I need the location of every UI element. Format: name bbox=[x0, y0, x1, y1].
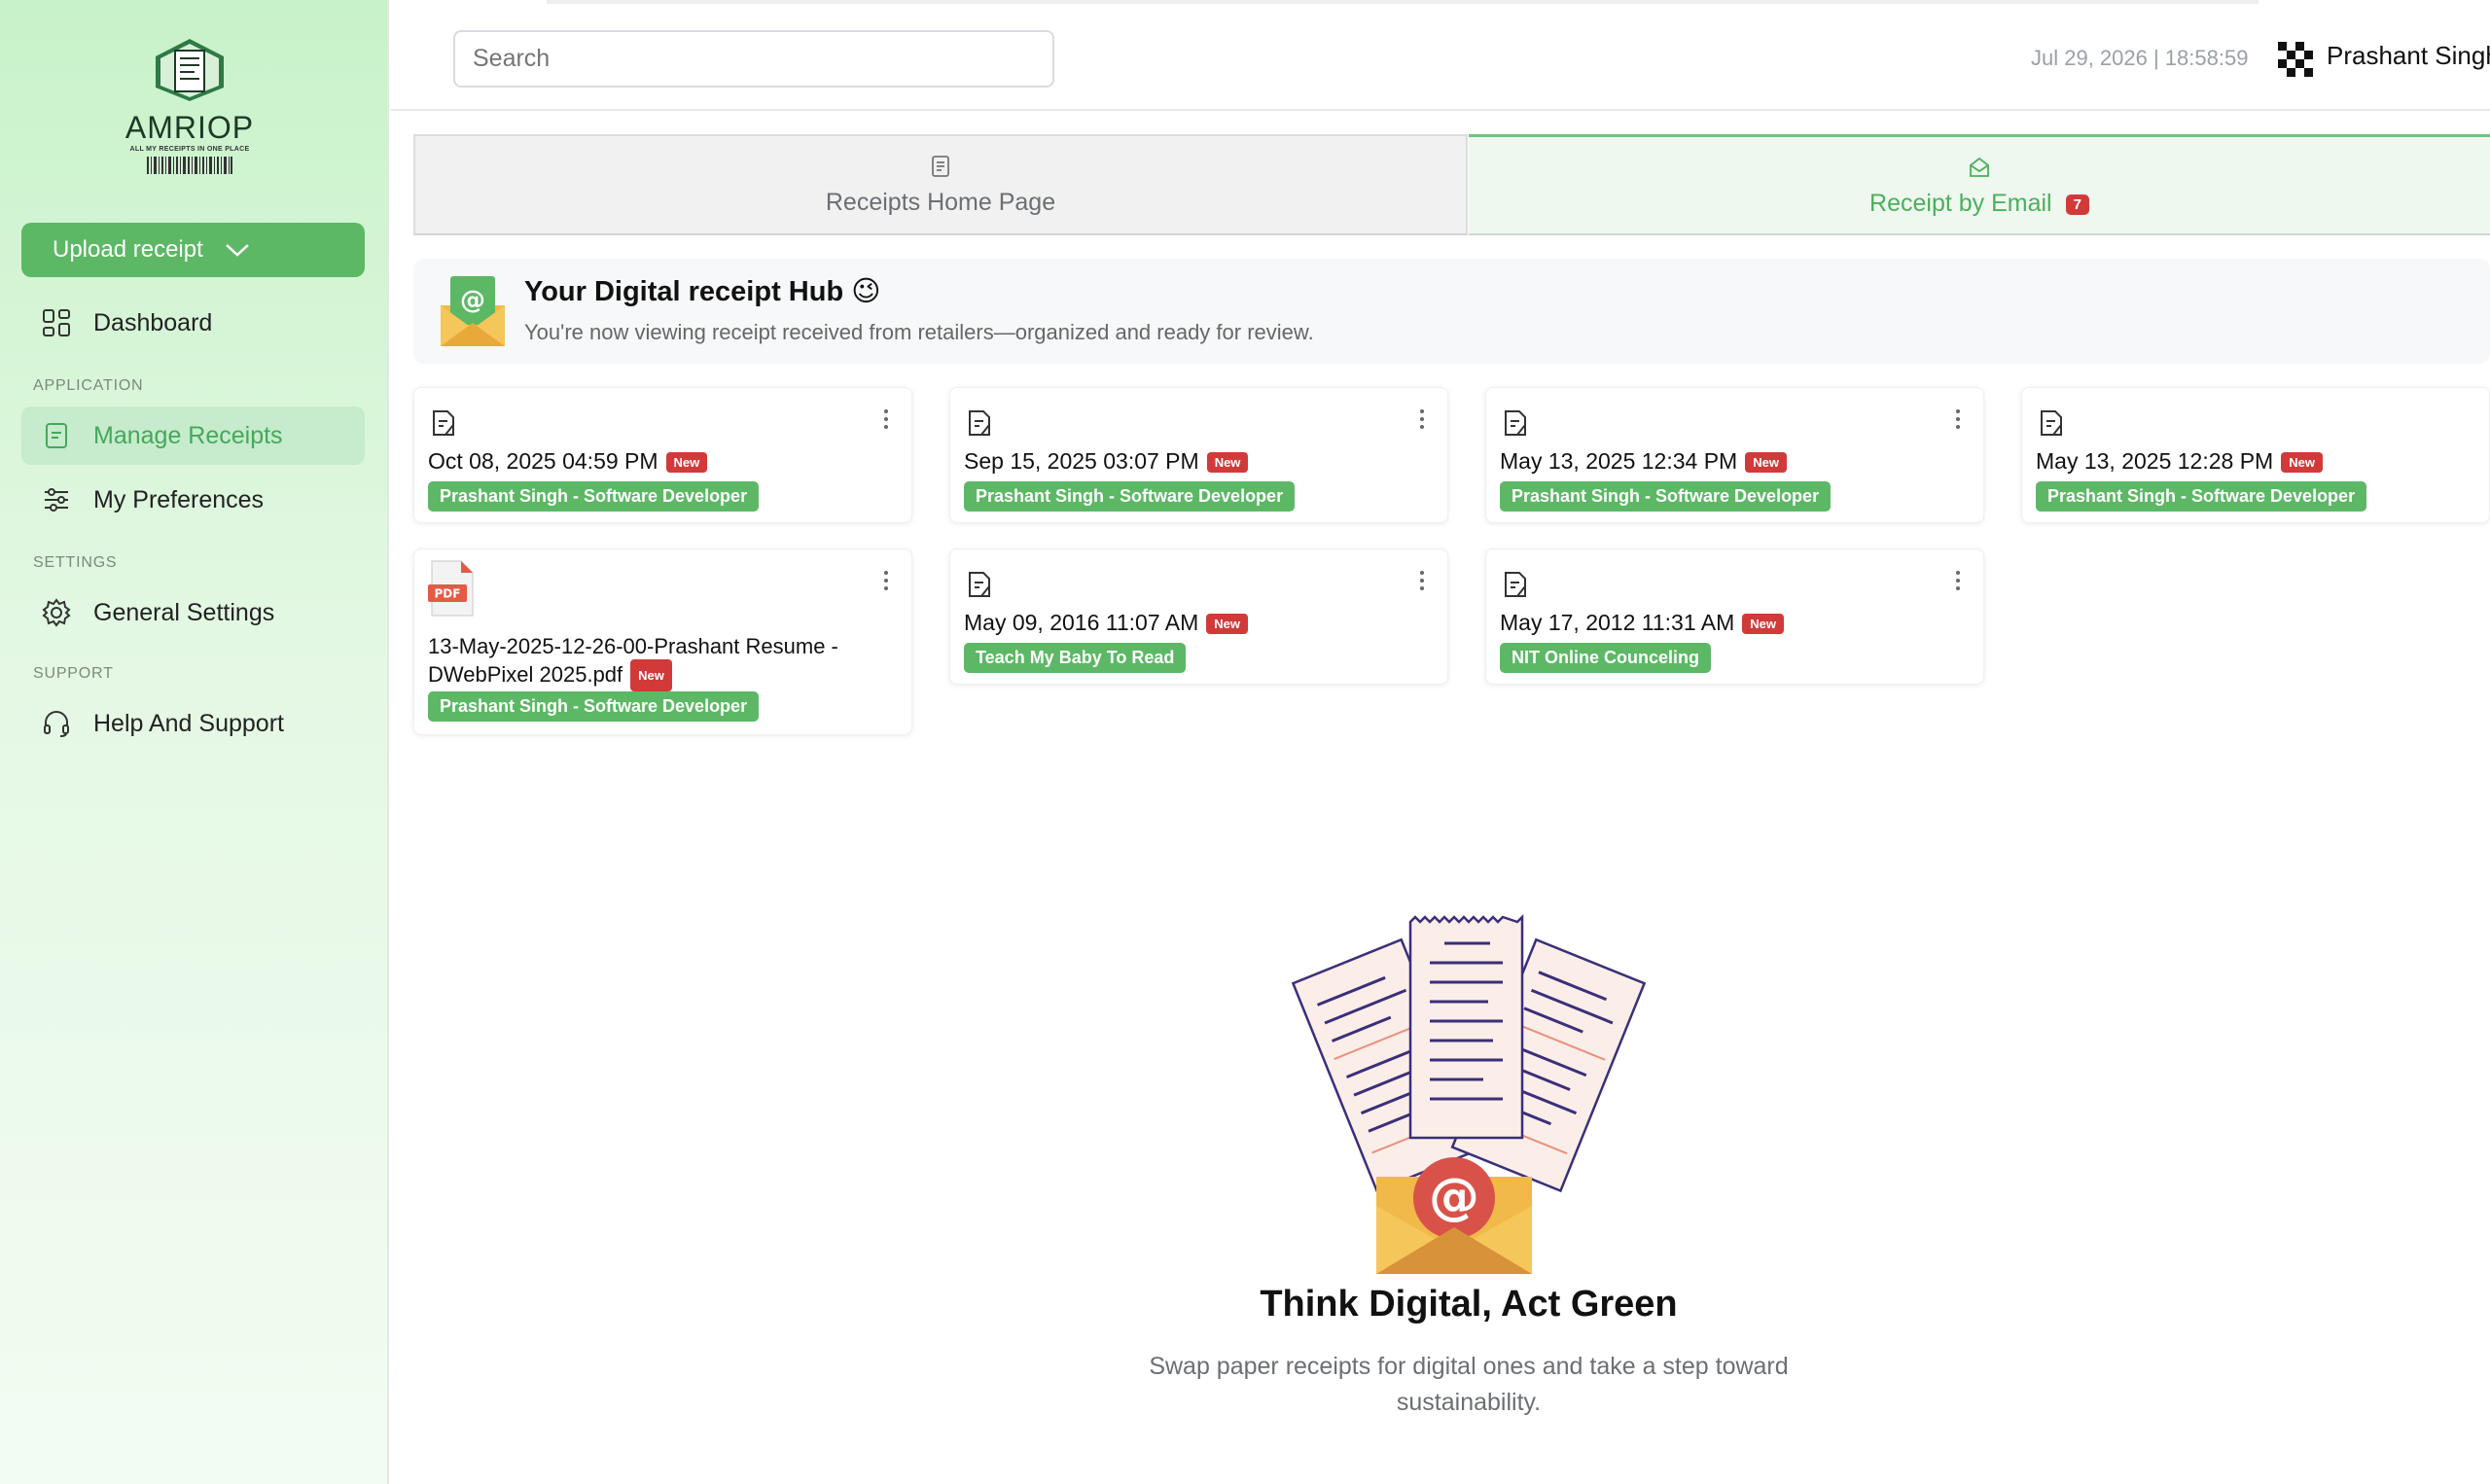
kebab-icon[interactable] bbox=[1418, 407, 1426, 431]
section-label-application: APPLICATION bbox=[33, 377, 144, 394]
top-scroll-strip bbox=[547, 0, 2259, 4]
digital-hub-banner: @ Your Digital receipt Hub 😉 You're now … bbox=[413, 259, 2490, 364]
receipt-date-text: Sep 15, 2025 03:07 PM bbox=[964, 448, 1199, 474]
sidebar-item-general-settings[interactable]: General Settings bbox=[21, 583, 365, 642]
new-badge: New bbox=[1206, 614, 1248, 634]
section-label-settings: SETTINGS bbox=[33, 554, 118, 571]
sidebar: AMRIOP ALL MY RECEIPTS IN ONE PLACE Uplo… bbox=[0, 0, 389, 1484]
receipt-card[interactable]: May 13, 2025 12:34 PM New Prashant Singh … bbox=[1485, 387, 1984, 523]
receipt-card[interactable]: May 09, 2016 11:07 AM New Teach My Baby T… bbox=[949, 548, 1448, 685]
app-root: AMRIOP ALL MY RECEIPTS IN ONE PLACE Uplo… bbox=[0, 0, 2490, 1484]
sidebar-item-dashboard[interactable]: Dashboard bbox=[21, 294, 365, 352]
receipt-date-text: Oct 08, 2025 04:59 PM bbox=[428, 448, 658, 474]
barcode-icon bbox=[147, 157, 232, 174]
user-name[interactable]: Prashant Singh bbox=[2327, 41, 2490, 71]
app-logo[interactable]: AMRIOP ALL MY RECEIPTS IN ONE PLACE bbox=[117, 37, 263, 179]
svg-text:@: @ bbox=[1429, 1168, 1479, 1226]
new-badge: New bbox=[1745, 452, 1787, 473]
pdf-label: PDF bbox=[435, 587, 461, 601]
kebab-icon[interactable] bbox=[882, 407, 890, 431]
receipt-tag: Prashant Singh - Software Developer bbox=[428, 691, 760, 722]
document-icon bbox=[969, 572, 990, 597]
kebab-icon[interactable] bbox=[882, 569, 890, 592]
tab-receipt-by-email[interactable]: Receipt by Email 7 bbox=[1469, 134, 2490, 235]
tab-label: Receipts Home Page bbox=[825, 189, 1056, 216]
current-datetime: Jul 29, 2026 | 18:58:59 bbox=[2031, 46, 2249, 70]
receipt-date: Oct 08, 2025 04:59 PM New bbox=[428, 448, 708, 475]
footer-title: Think Digital, Act Green bbox=[1260, 1284, 1678, 1325]
upload-receipt-button[interactable]: Upload receipt bbox=[21, 223, 365, 277]
hub-description: You're now viewing receipt received from… bbox=[524, 320, 1314, 344]
grid-icon bbox=[43, 309, 70, 336]
receipt-card[interactable]: Sep 15, 2025 03:07 PM New Prashant Singh … bbox=[949, 387, 1448, 523]
receipt-date-text: May 17, 2012 11:31 AM bbox=[1500, 610, 1735, 635]
receipt-date-text: May 13, 2025 12:34 PM bbox=[1500, 448, 1738, 474]
logo-tagline: ALL MY RECEIPTS IN ONE PLACE bbox=[129, 146, 250, 153]
document-icon bbox=[433, 410, 454, 436]
sidebar-item-label: My Preferences bbox=[93, 485, 265, 513]
tab-label: Receipt by Email bbox=[1869, 190, 2052, 217]
hub-title: Your Digital receipt Hub 😉 bbox=[524, 276, 881, 307]
sidebar-item-label: Dashboard bbox=[93, 308, 213, 336]
receipt-date-text: May 13, 2025 12:28 PM bbox=[2036, 448, 2274, 474]
logo-title: AMRIOP bbox=[124, 110, 255, 145]
document-icon bbox=[1505, 572, 1526, 597]
new-badge: New bbox=[2281, 452, 2323, 473]
top-bar: Jul 29, 2026 | 18:58:59 Prashant Singh bbox=[391, 0, 2490, 111]
receipt-filename: 13-May-2025-12-26-00-Prashant Resume - D… bbox=[428, 633, 895, 691]
receipt-date: May 17, 2012 11:31 AM New bbox=[1500, 610, 1784, 636]
sidebar-item-manage-receipts[interactable]: Manage Receipts bbox=[21, 406, 365, 465]
sidebar-item-label: Help And Support bbox=[93, 709, 284, 737]
sidebar-item-label: Manage Receipts bbox=[93, 421, 283, 449]
receipt-tag: Teach My Baby To Read bbox=[964, 643, 1187, 673]
tab-receipts-home[interactable]: Receipts Home Page bbox=[413, 134, 1468, 235]
receipts-envelope-illustration: @ bbox=[1291, 914, 1647, 1274]
upload-receipt-label: Upload receipt bbox=[53, 236, 203, 263]
unread-count-badge: 7 bbox=[2065, 194, 2089, 215]
document-icon bbox=[1505, 410, 1526, 436]
section-label-support: SUPPORT bbox=[33, 665, 114, 682]
new-badge: New bbox=[1742, 614, 1784, 634]
gear-icon bbox=[42, 598, 71, 627]
receipt-card[interactable]: Oct 08, 2025 04:59 PM New Prashant Singh … bbox=[413, 387, 912, 523]
receipt-card-pdf[interactable]: PDF 13-May-2025-12-26-00-Prashant Resume… bbox=[413, 548, 912, 735]
kebab-icon[interactable] bbox=[1954, 569, 1962, 592]
receipt-tag: Prashant Singh - Software Developer bbox=[1500, 481, 1832, 512]
sidebar-item-help-support[interactable]: Help And Support bbox=[21, 694, 365, 753]
receipt-date: May 13, 2025 12:34 PM New bbox=[1500, 448, 1787, 475]
receipt-date: Sep 15, 2025 03:07 PM New bbox=[964, 448, 1249, 475]
receipt-date: May 13, 2025 12:28 PM New bbox=[2036, 448, 2323, 475]
kebab-icon[interactable] bbox=[1418, 569, 1426, 592]
sidebar-item-my-preferences[interactable]: My Preferences bbox=[21, 471, 365, 529]
sliders-icon bbox=[45, 488, 68, 512]
document-icon bbox=[2041, 410, 2062, 436]
kebab-icon[interactable] bbox=[1954, 407, 1962, 431]
logo-receipt-icon bbox=[156, 39, 224, 101]
sidebar-item-label: General Settings bbox=[93, 598, 275, 626]
document-icon bbox=[969, 410, 990, 436]
search-input[interactable] bbox=[453, 30, 1054, 88]
receipt-card[interactable]: May 13, 2025 12:28 PM New Prashant Singh … bbox=[2021, 387, 2490, 523]
pdf-file-icon: PDF bbox=[428, 560, 474, 617]
receipt-tag: NIT Online Counceling bbox=[1500, 643, 1711, 673]
footer-description: Swap paper receipts for digital ones and… bbox=[1149, 1353, 1789, 1416]
inbox-icon bbox=[1970, 157, 1989, 177]
svg-text:@: @ bbox=[460, 286, 485, 315]
new-badge: New bbox=[630, 659, 672, 691]
receipt-date: May 09, 2016 11:07 AM New bbox=[964, 610, 1248, 636]
receipt-tag: Prashant Singh - Software Developer bbox=[964, 481, 1296, 512]
receipt-tag: Prashant Singh - Software Developer bbox=[2036, 481, 2367, 512]
email-envelope-icon: @ bbox=[441, 276, 505, 346]
receipt-icon bbox=[932, 156, 949, 177]
headset-icon bbox=[44, 711, 69, 737]
receipt-tag: Prashant Singh - Software Developer bbox=[428, 481, 760, 512]
chevron-down-icon bbox=[225, 244, 249, 257]
receipt-icon bbox=[46, 423, 67, 448]
receipt-date-text: May 09, 2016 11:07 AM bbox=[964, 610, 1199, 635]
avatar[interactable] bbox=[2272, 36, 2319, 83]
new-badge: New bbox=[665, 452, 708, 473]
new-badge: New bbox=[1206, 452, 1249, 473]
receipt-card[interactable]: May 17, 2012 11:31 AM New NIT Online Coun… bbox=[1485, 548, 1984, 685]
